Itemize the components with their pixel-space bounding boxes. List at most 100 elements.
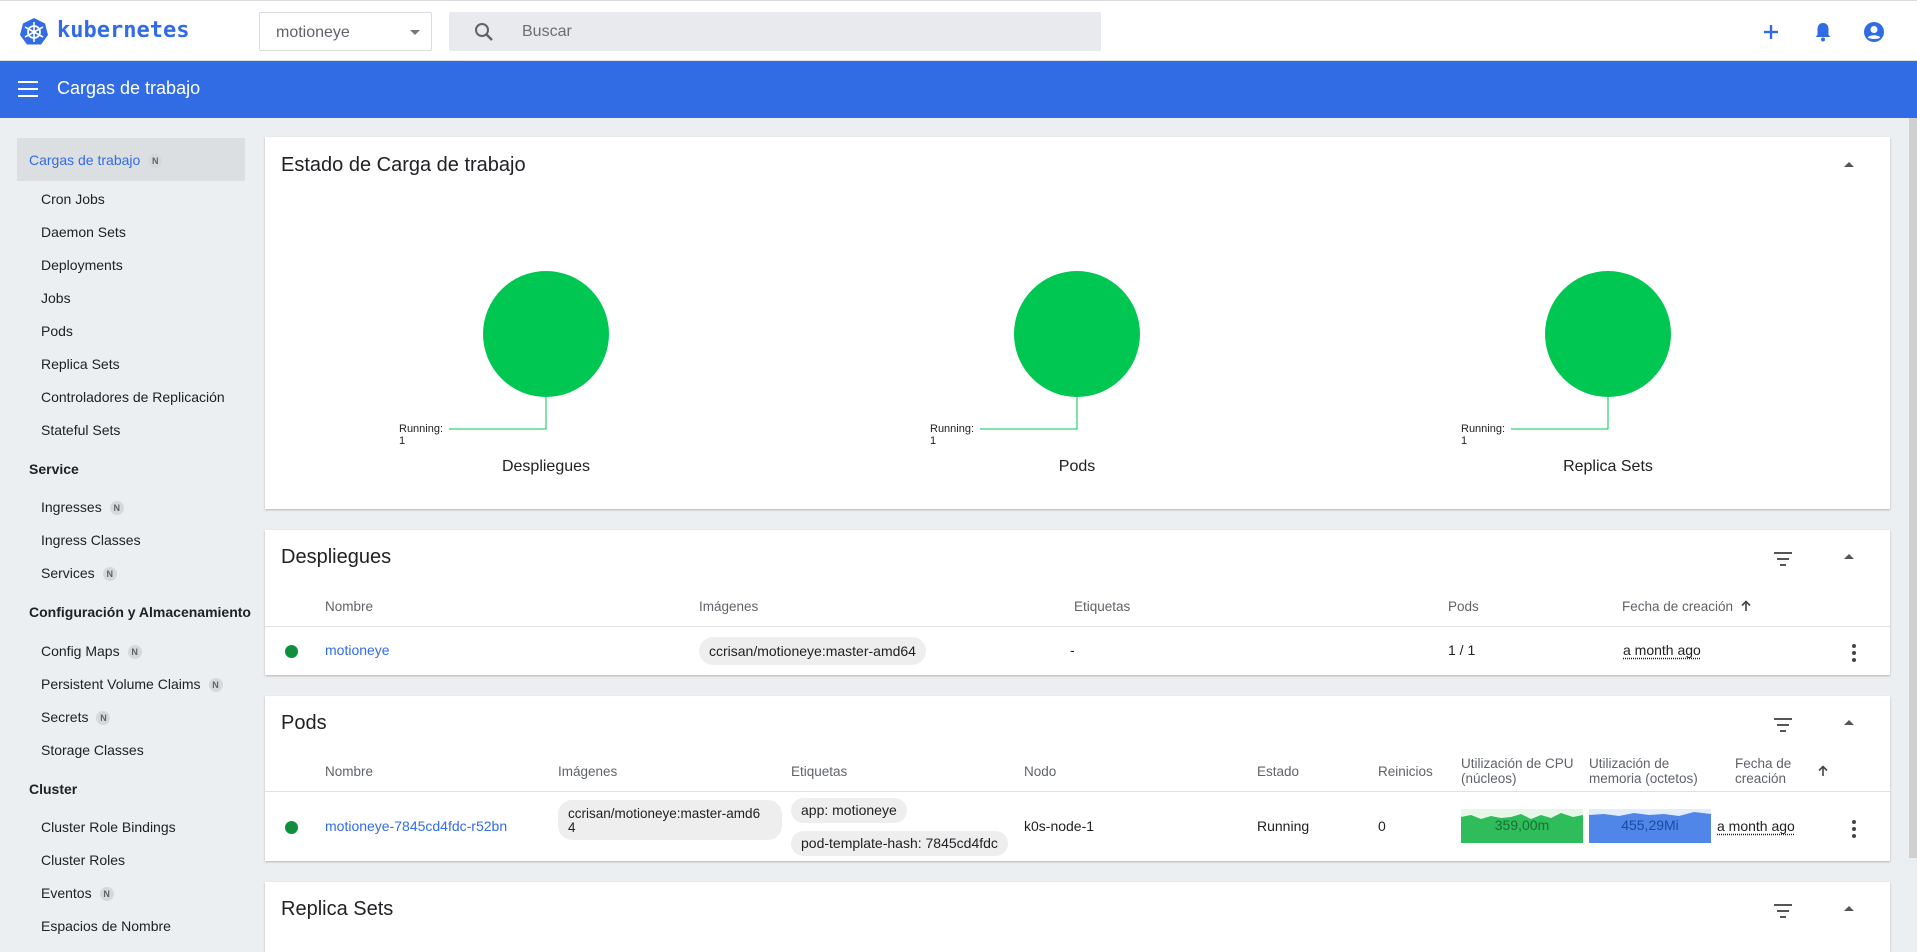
- collapse-icon[interactable]: [1844, 554, 1854, 559]
- column-header-status: Estado: [1257, 764, 1300, 779]
- sidebar-item-pods[interactable]: Pods: [41, 323, 73, 339]
- sidebar-item-replica-sets[interactable]: Replica Sets: [41, 356, 120, 372]
- column-header-line: creación: [1735, 771, 1787, 786]
- more-vert-icon[interactable]: [1852, 644, 1856, 665]
- page-title: Cargas de trabajo: [57, 78, 201, 98]
- filter-icon[interactable]: [1774, 552, 1792, 570]
- namespace-select[interactable]: motioneye: [259, 12, 432, 51]
- restarts-value: 0: [1378, 818, 1386, 834]
- top-bar: kubernetes motioneye: [0, 0, 1917, 61]
- sidebar-item-cluster-role-bindings[interactable]: Cluster Role Bindings: [41, 819, 176, 835]
- sidebar-item-label: Services: [41, 565, 95, 581]
- sidebar-item-ingresses[interactable]: Ingresses N: [41, 499, 124, 515]
- workload-status-card: Estado de Carga de trabajo Running: 1 De…: [265, 137, 1890, 509]
- brand-name[interactable]: kubernetes: [57, 18, 189, 43]
- pod-name-link[interactable]: motioneye-7845cd4fdc-r52bn: [325, 818, 507, 834]
- column-header-line: Utilización de: [1589, 756, 1670, 771]
- column-header-created[interactable]: Fecha de creación: [1735, 756, 1791, 786]
- scrollbar[interactable]: [1909, 118, 1917, 858]
- status-value: Running: [1257, 818, 1310, 834]
- cpu-value: 359,00m: [1494, 817, 1550, 833]
- column-header-line: Fecha de: [1735, 756, 1792, 771]
- pods-card: Pods Nombre Imágenes Etiquetas Nodo Esta…: [265, 696, 1890, 861]
- column-header-created[interactable]: Fecha de creación: [1622, 599, 1752, 614]
- search-bar[interactable]: [449, 12, 1101, 51]
- image-chip: ccrisan/motioneye:master-amd6 4: [558, 800, 782, 840]
- deployment-name-link[interactable]: motioneye: [325, 642, 390, 658]
- image-chip: ccrisan/motioneye:master-amd64: [699, 637, 926, 665]
- chart-legend: Running: 1: [399, 423, 444, 447]
- chart-legend: Running: 1: [1461, 423, 1506, 447]
- label-chip: app: motioneye: [791, 798, 907, 823]
- sort-ascending-icon[interactable]: [1817, 765, 1829, 777]
- sidebar-item-pvcs[interactable]: Persistent Volume Claims N: [41, 676, 223, 692]
- sidebar-item-label: Ingresses: [41, 499, 102, 515]
- column-header-pods: Pods: [1448, 599, 1479, 614]
- column-header-line: Utilización de CPU: [1461, 756, 1574, 771]
- column-header-name[interactable]: Nombre: [325, 764, 373, 779]
- namespaced-badge: N: [127, 645, 142, 659]
- bell-icon[interactable]: [1811, 20, 1835, 44]
- chevron-down-icon: [410, 30, 420, 35]
- namespaced-badge: N: [99, 887, 114, 901]
- card-title: Replica Sets: [281, 898, 394, 920]
- sidebar-item-label: Eventos: [41, 885, 92, 901]
- search-icon: [475, 23, 493, 41]
- sidebar-item-config-maps[interactable]: Config Maps N: [41, 643, 142, 659]
- filter-icon[interactable]: [1774, 718, 1792, 736]
- menu-icon[interactable]: [18, 81, 38, 97]
- status-pie: [449, 271, 609, 430]
- memory-sparkline: 455,29Mi: [1589, 809, 1711, 843]
- sidebar-section-service[interactable]: Service: [29, 461, 79, 477]
- card-title: Pods: [281, 712, 327, 734]
- status-ok-icon: [285, 645, 298, 658]
- collapse-icon[interactable]: [1844, 720, 1854, 725]
- namespaced-badge: N: [96, 711, 111, 725]
- collapse-icon[interactable]: [1844, 906, 1854, 911]
- node-value: k0s-node-1: [1024, 818, 1095, 834]
- pods-value: 1 / 1: [1448, 642, 1476, 658]
- collapse-icon[interactable]: [1844, 162, 1854, 167]
- sidebar-item-stateful-sets[interactable]: Stateful Sets: [41, 422, 120, 438]
- running-slice: [483, 271, 609, 397]
- deployments-card: Despliegues Nombre Imágenes Etiquetas Po…: [265, 530, 1890, 675]
- leader-line: [1511, 397, 1609, 430]
- sidebar-item-ingress-classes[interactable]: Ingress Classes: [41, 532, 141, 548]
- column-header-line: memoria (octetos): [1589, 771, 1698, 786]
- namespaced-badge: N: [208, 678, 223, 692]
- add-icon[interactable]: [1759, 20, 1783, 44]
- kubernetes-logo[interactable]: [19, 17, 49, 47]
- sidebar-item-secrets[interactable]: Secrets N: [41, 709, 111, 725]
- sidebar-item-cron-jobs[interactable]: Cron Jobs: [41, 191, 105, 207]
- sidebar-item-events[interactable]: Eventos N: [41, 885, 114, 901]
- more-vert-icon[interactable]: [1852, 820, 1856, 841]
- sidebar-item-label: Config Maps: [41, 643, 120, 659]
- sort-ascending-icon: [1741, 600, 1751, 611]
- memory-value: 455,29Mi: [1621, 817, 1679, 833]
- sidebar-item-cluster-roles[interactable]: Cluster Roles: [41, 852, 125, 868]
- sidebar: Cargas de trabajo N Cron Jobs Daemon Sets…: [0, 118, 260, 945]
- sidebar-item-deployments[interactable]: Deployments: [41, 257, 123, 273]
- sidebar-section-cluster[interactable]: Cluster: [29, 781, 77, 797]
- column-header-labels: Etiquetas: [791, 764, 848, 779]
- search-input[interactable]: [522, 12, 1082, 51]
- namespaced-badge: N: [102, 567, 117, 581]
- account-icon[interactable]: [1862, 20, 1886, 44]
- sidebar-item-services[interactable]: Services N: [41, 565, 117, 581]
- leader-line: [449, 397, 547, 430]
- sidebar-item-storage-classes[interactable]: Storage Classes: [41, 742, 144, 758]
- filter-icon[interactable]: [1774, 904, 1792, 922]
- column-header-label: Fecha de creación: [1622, 599, 1734, 614]
- namespaced-badge: N: [109, 501, 124, 515]
- sidebar-item-jobs[interactable]: Jobs: [41, 290, 71, 306]
- column-header-images: Imágenes: [558, 764, 618, 779]
- sidebar-item-replication-controllers[interactable]: Controladores de Replicación: [41, 389, 225, 405]
- sidebar-item-workloads[interactable]: Cargas de trabajo N: [29, 152, 163, 168]
- sidebar-item-label: Persistent Volume Claims: [41, 676, 201, 692]
- column-header-name[interactable]: Nombre: [325, 599, 373, 614]
- sidebar-section-config[interactable]: Configuración y Almacenamiento: [29, 604, 251, 620]
- sidebar-item-daemon-sets[interactable]: Daemon Sets: [41, 224, 126, 240]
- column-header-cpu: Utilización de CPU (núcleos): [1461, 756, 1574, 786]
- sidebar-item-namespaces[interactable]: Espacios de Nombre: [41, 918, 171, 934]
- card-title: Despliegues: [281, 546, 392, 568]
